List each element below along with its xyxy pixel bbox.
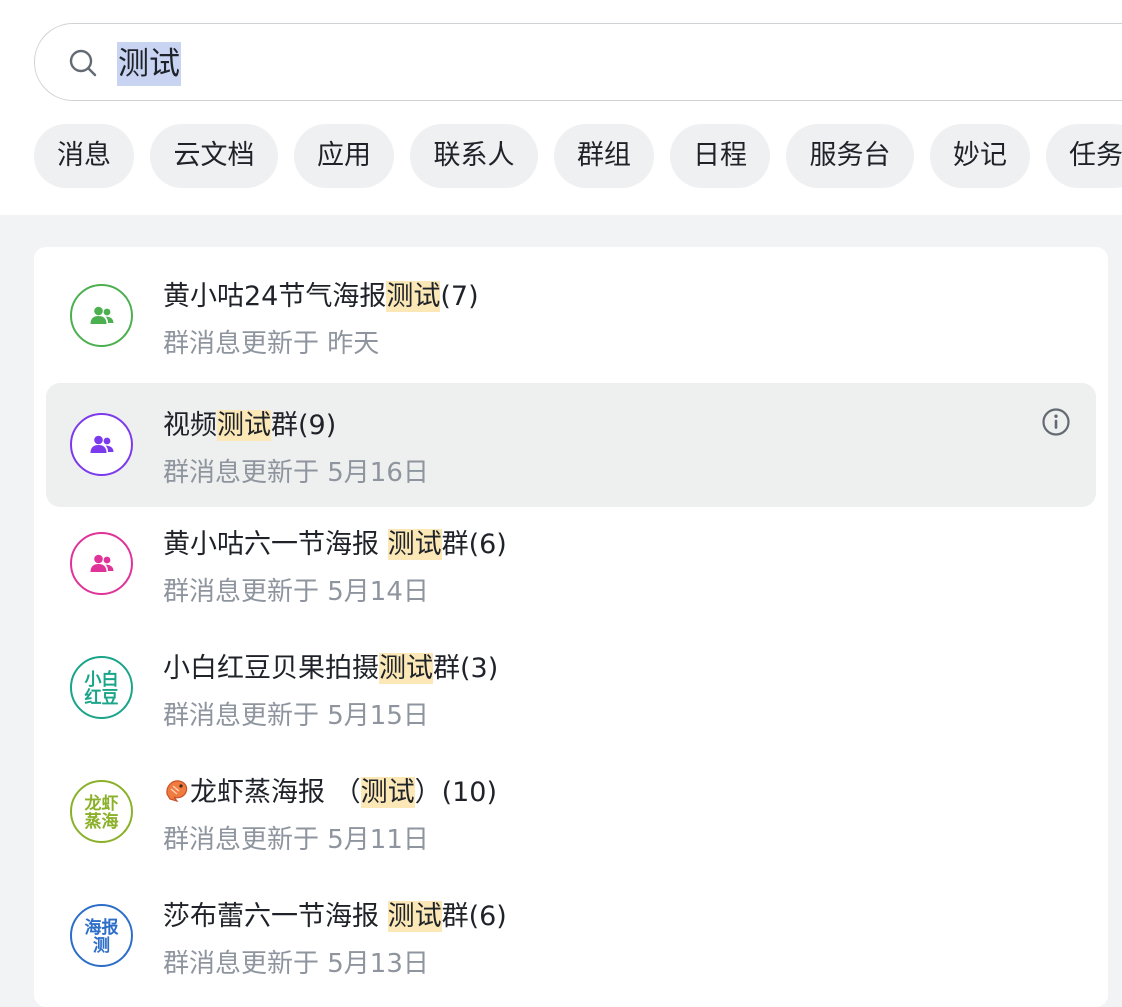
group-icon	[90, 306, 114, 324]
result-subtitle: 群消息更新于 5月11日	[163, 825, 429, 855]
tab-groups[interactable]: 群组	[554, 124, 654, 188]
result-title: 龙虾蒸海报 （测试）(10)	[163, 774, 497, 812]
result-title: 视频测试群(9)	[163, 410, 337, 441]
search-icon	[69, 49, 97, 77]
group-icon	[90, 435, 114, 453]
avatar-text: 海报 测	[84, 918, 119, 956]
tab-apps[interactable]: 应用	[294, 124, 394, 188]
shrimp-emoji-icon	[166, 780, 188, 803]
info-icon[interactable]	[1041, 407, 1071, 437]
tab-calendar[interactable]: 日程	[670, 124, 770, 188]
result-item[interactable]: 龙虾 蒸海 龙虾蒸海报 （测试）(10) 群消息更新于 5月11日	[46, 750, 1096, 874]
tab-contacts[interactable]: 联系人	[410, 124, 538, 188]
result-item[interactable]: 海报 测 莎布蕾六一节海报 测试群(6) 群消息更新于 5月13日	[46, 874, 1096, 998]
result-subtitle: 群消息更新于 昨天	[163, 329, 380, 359]
result-item[interactable]: 黄小咕24节气海报测试(7) 群消息更新于 昨天	[46, 254, 1096, 378]
result-item-selected[interactable]: 视频测试群(9) 群消息更新于 5月16日	[46, 383, 1096, 507]
result-item[interactable]: 黄小咕六一节海报 测试群(6) 群消息更新于 5月14日	[46, 502, 1096, 626]
result-subtitle: 群消息更新于 5月16日	[163, 458, 429, 488]
result-subtitle: 群消息更新于 5月15日	[163, 701, 429, 731]
search-query[interactable]: 测试	[117, 42, 181, 86]
tab-minutes[interactable]: 妙记	[930, 124, 1030, 188]
result-title: 黄小咕六一节海报 测试群(6)	[163, 529, 507, 560]
tab-helpdesk[interactable]: 服务台	[786, 124, 914, 188]
avatar-text: 小白 红豆	[84, 670, 119, 708]
tab-tasks[interactable]: 任务	[1046, 124, 1122, 188]
result-item[interactable]: 小白 红豆 小白红豆贝果拍摄测试群(3) 群消息更新于 5月15日	[46, 626, 1096, 750]
result-subtitle: 群消息更新于 5月14日	[163, 577, 429, 607]
avatar-text: 龙虾 蒸海	[84, 794, 119, 832]
result-title: 黄小咕24节气海报测试(7)	[163, 281, 479, 312]
result-title: 小白红豆贝果拍摄测试群(3)	[163, 653, 499, 684]
group-avatar	[70, 532, 133, 595]
group-avatar	[70, 413, 133, 476]
group-avatar: 小白 红豆	[70, 656, 133, 719]
group-avatar: 龙虾 蒸海	[70, 780, 133, 843]
result-title: 莎布蕾六一节海报 测试群(6)	[163, 901, 507, 932]
tab-messages[interactable]: 消息	[34, 124, 134, 188]
group-avatar	[70, 284, 133, 347]
tab-docs[interactable]: 云文档	[150, 124, 278, 188]
search-header: 测试 消息 云文档 应用 联系人 群组 日程 服务台 妙记 任务	[0, 0, 1122, 215]
group-avatar: 海报 测	[70, 904, 133, 967]
result-subtitle: 群消息更新于 5月13日	[163, 949, 429, 979]
group-icon	[90, 554, 114, 572]
search-input[interactable]: 测试	[34, 23, 1122, 101]
results-list: 黄小咕24节气海报测试(7) 群消息更新于 昨天 视频测试群(9) 群消息更新于…	[34, 247, 1108, 1007]
filter-tabs: 消息 云文档 应用 联系人 群组 日程 服务台 妙记 任务	[34, 124, 1122, 188]
